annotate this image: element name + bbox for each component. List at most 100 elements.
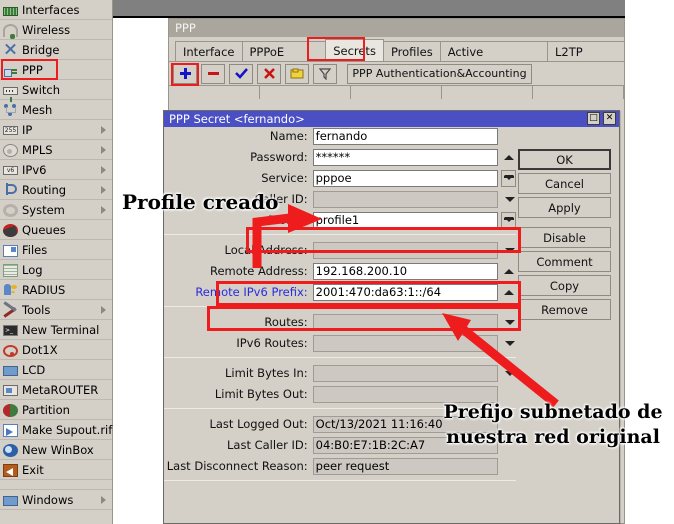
- sidebar-item-log[interactable]: Log: [0, 260, 112, 280]
- expand-down-icon[interactable]: [501, 191, 516, 208]
- sidebar-item-routing[interactable]: Routing: [0, 180, 112, 200]
- sidebar-item-label: Switch: [22, 83, 60, 97]
- ppp-secret-dialog: PPP Secret <fernando> □ ✕ Name: fernando…: [163, 110, 620, 524]
- expand-up-icon[interactable]: [501, 263, 516, 280]
- sidebar-item-ipv6[interactable]: v6 IPv6: [0, 160, 112, 180]
- sidebar-item-exit[interactable]: Exit: [0, 460, 112, 480]
- maximize-icon[interactable]: □: [587, 112, 600, 125]
- ppp-toolbar[interactable]: PPP Authentication&Accounting: [169, 61, 624, 85]
- password-input[interactable]: ******: [313, 149, 498, 166]
- close-icon[interactable]: ✕: [603, 112, 616, 125]
- expand-down-icon[interactable]: [501, 314, 516, 331]
- tab-active-connections[interactable]: Active Connections: [440, 41, 548, 61]
- sidebar-item-lcd[interactable]: LCD: [0, 360, 112, 380]
- ok-button[interactable]: OK: [518, 149, 611, 170]
- profile-input[interactable]: profile1: [313, 212, 498, 229]
- sidebar-item-radius[interactable]: RADIUS: [0, 280, 112, 300]
- switch-icon: [3, 87, 18, 95]
- local-address-input[interactable]: [313, 242, 498, 259]
- sidebar-item-label: Exit: [22, 463, 44, 477]
- sidebar-item-partition[interactable]: Partition: [0, 400, 112, 420]
- sidebar-item-mesh[interactable]: Mesh: [0, 100, 112, 120]
- sidebar-item-ppp[interactable]: PPP: [0, 60, 112, 80]
- limit-bytes-in-input[interactable]: [313, 365, 498, 382]
- sidebar-item-make-supout[interactable]: Make Supout.rif: [0, 420, 112, 440]
- sidebar-item-label: New WinBox: [22, 443, 94, 457]
- comment-button[interactable]: [285, 64, 309, 84]
- sidebar-item-mpls[interactable]: MPLS: [0, 140, 112, 160]
- sidebar-item-label: Log: [22, 263, 43, 277]
- field-label: Profile:: [164, 213, 313, 227]
- chevron-right-icon: [101, 206, 106, 214]
- service-input[interactable]: pppoe: [313, 170, 498, 187]
- sidebar-item-tools[interactable]: Tools: [0, 300, 112, 320]
- filter-button[interactable]: [313, 64, 337, 84]
- service-dropdown-icon[interactable]: [501, 170, 516, 187]
- copy-button[interactable]: Copy: [518, 275, 611, 296]
- supout-icon: [3, 424, 18, 437]
- tab-l2tp-secrets[interactable]: L2TP Secrets: [547, 41, 625, 61]
- sidebar-item-bridge[interactable]: Bridge: [0, 40, 112, 60]
- field-label: Local Address:: [164, 243, 313, 257]
- field-row-password: Password: ******: [164, 148, 516, 166]
- radius-icon: [3, 282, 18, 297]
- enable-button[interactable]: [229, 64, 253, 84]
- ppp-window-titlebar[interactable]: PPP: [169, 19, 624, 37]
- ppp-authentication-accounting-button[interactable]: PPP Authentication&Accounting: [347, 64, 532, 84]
- expand-down-icon[interactable]: [501, 335, 516, 352]
- partition-icon: [3, 404, 18, 417]
- sidebar-item-new-terminal[interactable]: >_ New Terminal: [0, 320, 112, 340]
- field-row-service: Service: pppoe: [164, 169, 516, 187]
- remote-ipv6-prefix-input[interactable]: 2001:470:da63:1::/64: [313, 284, 498, 301]
- add-button-highlight-box: [171, 63, 199, 86]
- disable-button[interactable]: Disable: [518, 227, 611, 248]
- tab-interface[interactable]: Interface: [175, 41, 243, 61]
- field-row-ipv6-routes: IPv6 Routes:: [164, 334, 516, 352]
- sidebar-item-queues[interactable]: Queues: [0, 220, 112, 240]
- profile-dropdown-icon[interactable]: [501, 212, 516, 229]
- name-input[interactable]: fernando: [313, 128, 498, 145]
- field-label: Service:: [164, 171, 313, 185]
- comment-button[interactable]: Comment: [518, 251, 611, 272]
- apply-button[interactable]: Apply: [518, 197, 611, 218]
- sidebar-item-interfaces[interactable]: Interfaces: [0, 0, 112, 20]
- sidebar-item-label: MetaROUTER: [22, 383, 98, 397]
- remote-address-input[interactable]: 192.168.200.10: [313, 263, 498, 280]
- sidebar-item-metarouter[interactable]: MetaROUTER: [0, 380, 112, 400]
- caller-id-input[interactable]: [313, 191, 498, 208]
- sidebar-item-windows[interactable]: Windows: [0, 490, 112, 510]
- chevron-right-icon: [101, 166, 106, 174]
- expand-up-icon[interactable]: [501, 149, 516, 166]
- sidebar-item-switch[interactable]: Switch: [0, 80, 112, 100]
- expand-up-icon[interactable]: [501, 284, 516, 301]
- sidebar-item-new-winbox[interactable]: New WinBox: [0, 440, 112, 460]
- sidebar-item-label: Windows: [22, 493, 73, 507]
- sidebar-item-label: Wireless: [22, 23, 70, 37]
- annotation-profile-creado: Profile creado: [122, 190, 278, 214]
- ppp-secret-titlebar[interactable]: PPP Secret <fernando> □ ✕: [164, 111, 619, 127]
- expand-down-icon[interactable]: [501, 242, 516, 259]
- sidebar-item-system[interactable]: System: [0, 200, 112, 220]
- sidebar-item-wireless[interactable]: Wireless: [0, 20, 112, 40]
- tab-profiles[interactable]: Profiles: [383, 41, 441, 61]
- ipv6-routes-input[interactable]: [313, 335, 498, 352]
- exit-icon: [3, 464, 18, 477]
- sidebar-item-files[interactable]: Files: [0, 240, 112, 260]
- sidebar-separator: [0, 480, 112, 490]
- sidebar-item-label: LCD: [22, 363, 45, 377]
- sidebar-item-dot1x[interactable]: Dot1X: [0, 340, 112, 360]
- sidebar-item-ip[interactable]: 255 IP: [0, 120, 112, 140]
- remove-button[interactable]: [201, 64, 225, 84]
- expand-down-icon[interactable]: [501, 365, 516, 382]
- routes-input[interactable]: [313, 314, 498, 331]
- field-row-remote-ipv6-prefix: Remote IPv6 Prefix: 2001:470:da63:1::/64: [164, 283, 516, 301]
- chevron-right-icon: [101, 146, 106, 154]
- form-divider: [164, 306, 516, 307]
- form-divider: [164, 480, 516, 481]
- cancel-button[interactable]: Cancel: [518, 173, 611, 194]
- ppp-tab-bar[interactable]: Interface PPPoE Servers Secrets Profiles…: [169, 37, 624, 61]
- chevron-right-icon: [101, 306, 106, 314]
- disable-button[interactable]: [257, 64, 281, 84]
- winbox-sidebar-menu[interactable]: Interfaces Wireless Bridge PPP Switch Me…: [0, 0, 113, 524]
- remove-button[interactable]: Remove: [518, 299, 611, 320]
